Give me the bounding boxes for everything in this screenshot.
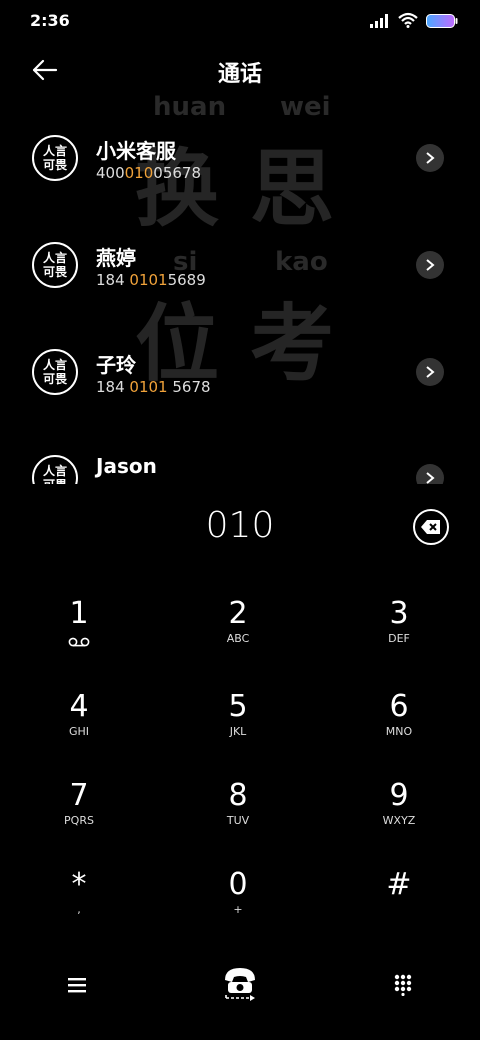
key-hash[interactable]: # [339, 867, 459, 947]
contact-name: 燕婷 [96, 246, 136, 270]
key-6[interactable]: 6 MNO [339, 689, 459, 769]
key-9[interactable]: 9 WXYZ [339, 778, 459, 858]
avatar-line1: 人言 [42, 358, 67, 372]
key-letters: , [77, 903, 81, 916]
bottom-bar [0, 964, 480, 1010]
key-7[interactable]: 7 PQRS [19, 778, 139, 858]
key-digit: 6 [389, 689, 409, 724]
avatar-line1: 人言 [42, 464, 67, 478]
key-3[interactable]: 3 DEF [339, 596, 459, 676]
avatar-line2: 可畏 [42, 372, 67, 386]
key-letters: TUV [226, 814, 250, 827]
key-digit: 8 [228, 778, 248, 813]
menu-icon[interactable] [66, 976, 88, 998]
contact-row[interactable]: 人言 可畏 Jason [0, 432, 480, 484]
wifi-icon [398, 12, 418, 32]
number-prefix: 184 [96, 378, 130, 396]
number-match: 0101 [129, 378, 168, 396]
contact-row[interactable]: 人言 可畏 子玲 184 0101 5678 [0, 326, 480, 426]
avatar-line2: 可畏 [43, 478, 67, 484]
contact-row[interactable]: 人言 可畏 燕婷 184 01015689 [0, 219, 480, 319]
key-letters: PQRS [64, 814, 94, 827]
number-suffix: 5678 [167, 378, 211, 396]
avatar: 人言 可畏 [32, 242, 78, 288]
battery-icon [426, 13, 458, 32]
key-star[interactable]: * , [19, 867, 139, 947]
avatar-line1: 人言 [42, 144, 67, 158]
avatar: 人言 可畏 [32, 455, 78, 484]
number-prefix: 400 [96, 164, 125, 182]
key-digit: 5 [228, 689, 248, 724]
signal-icon [370, 13, 390, 32]
page-title: 通话 [217, 62, 262, 87]
key-digit: 9 [389, 778, 409, 813]
key-letters: DEF [388, 632, 410, 645]
key-2[interactable]: 2 ABC [178, 596, 298, 676]
keypad-icon[interactable] [393, 974, 413, 1000]
number-suffix: 5689 [167, 271, 206, 289]
key-letters: JKL [229, 725, 247, 738]
key-letters: ABC [226, 632, 250, 645]
key-1[interactable]: 1 [19, 596, 139, 676]
chevron-right-icon[interactable] [416, 358, 444, 386]
key-4[interactable]: 4 GHI [19, 689, 139, 769]
contact-list: 人言 可畏 小米客服 40001005678 人言 可畏 燕婷 184 0101… [0, 112, 480, 484]
avatar-line2: 可畏 [42, 158, 67, 172]
chevron-right-icon[interactable] [416, 251, 444, 279]
key-8[interactable]: 8 TUV [178, 778, 298, 858]
status-icons [370, 12, 458, 32]
status-bar: 2:36 [0, 0, 480, 40]
dialed-number: 010 [205, 505, 275, 546]
avatar: 人言 可畏 [32, 349, 78, 395]
key-digit: * [71, 867, 87, 902]
key-5[interactable]: 5 JKL [178, 689, 298, 769]
key-letters: + [233, 903, 243, 916]
key-letters: WXYZ [382, 814, 416, 827]
header: 通话 [0, 48, 480, 92]
number-suffix: 05678 [153, 164, 201, 182]
key-letters: MNO [385, 725, 413, 738]
number-prefix: 184 [96, 271, 130, 289]
contact-number: 184 01015689 [96, 271, 206, 289]
contact-name: 小米客服 [96, 139, 176, 163]
key-digit: # [386, 867, 412, 902]
key-digit: 1 [69, 596, 89, 631]
key-0[interactable]: 0 + [178, 867, 298, 947]
contact-number: 40001005678 [96, 164, 201, 182]
contact-number: 184 0101 5678 [96, 378, 211, 396]
key-digit: 0 [228, 867, 248, 902]
avatar: 人言 可畏 [32, 135, 78, 181]
chevron-right-icon[interactable] [416, 144, 444, 172]
status-time: 2:36 [30, 11, 70, 30]
key-digit: 4 [69, 689, 89, 724]
backspace-icon[interactable] [413, 509, 449, 545]
key-letters: GHI [68, 725, 90, 738]
key-digit: 3 [389, 596, 409, 631]
avatar-line2: 可畏 [42, 265, 67, 279]
avatar-line1: 人言 [42, 251, 67, 265]
key-digit: 2 [228, 596, 248, 631]
chevron-right-icon[interactable] [416, 464, 444, 484]
call-icon[interactable] [222, 964, 258, 1008]
number-match: 010 [124, 164, 154, 182]
voicemail-icon [19, 632, 139, 651]
key-digit: 7 [69, 778, 89, 813]
contact-name: Jason [96, 454, 157, 478]
contact-row[interactable]: 人言 可畏 小米客服 40001005678 [0, 112, 480, 212]
contact-name: 子玲 [96, 353, 136, 377]
number-match: 0101 [129, 271, 168, 289]
